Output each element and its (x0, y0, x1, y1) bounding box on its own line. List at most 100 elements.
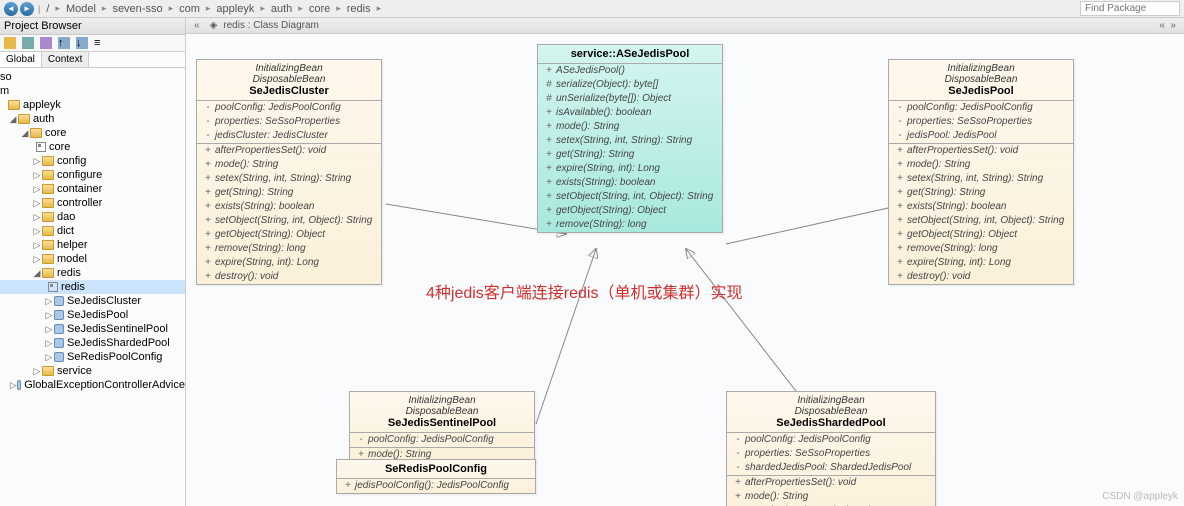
folder-icon (42, 198, 54, 208)
forward-button[interactable]: ► (20, 2, 34, 16)
breadcrumb-item[interactable]: auth (269, 3, 294, 15)
sidebar-tabs: Global Context (0, 52, 185, 68)
breadcrumb-item[interactable]: redis (345, 3, 373, 15)
class-icon (54, 310, 64, 320)
class-icon (54, 338, 64, 348)
project-browser-sidebar: Project Browser ↑ ↓ ≡ Global Context so … (0, 18, 186, 506)
collapse-right-icon[interactable]: « » (1155, 20, 1180, 31)
sidebar-toolbar: ↑ ↓ ≡ (0, 35, 185, 52)
uml-class-sejediscluster[interactable]: InitializingBean DisposableBean SeJedisC… (196, 59, 382, 285)
tree-node[interactable]: ◢redis (0, 266, 185, 280)
uml-class-sejedispool[interactable]: InitializingBean DisposableBean SeJedisP… (888, 59, 1074, 285)
tree-node[interactable]: ▷dao (0, 210, 185, 224)
tree-node[interactable]: ▷controller (0, 196, 185, 210)
uml-member: +expire(String, int): Long (538, 162, 722, 176)
class-icon (54, 352, 64, 362)
uml-member: +remove(String): long (538, 218, 722, 232)
uml-class-seredispoolconfig[interactable]: SeRedisPoolConfig +jedisPoolConfig(): Je… (336, 459, 536, 494)
folder-icon (18, 114, 30, 124)
folder-icon (42, 156, 54, 166)
tree-node[interactable]: appleyk (0, 98, 185, 112)
tab-context[interactable]: Context (42, 52, 89, 67)
tree-node[interactable]: ▷container (0, 182, 185, 196)
folder-icon (42, 170, 54, 180)
uml-member: -properties: SeSsoProperties (727, 447, 935, 461)
class-icon (17, 380, 21, 390)
uml-member: -poolConfig: JedisPoolConfig (197, 101, 381, 115)
breadcrumb-item[interactable]: Model (64, 3, 98, 15)
uml-member: +expire(String, int): Long (197, 256, 381, 270)
tree-node[interactable]: ▷GlobalExceptionControllerAdvice (0, 378, 185, 392)
tree-node[interactable]: ▷SeJedisSentinelPool (0, 322, 185, 336)
tree-node[interactable]: ▷helper (0, 238, 185, 252)
tree-node[interactable]: ◢auth (0, 112, 185, 126)
uml-member: +setObject(String, int, Object): String (889, 214, 1073, 228)
project-tree: so m appleyk ◢auth ◢core core ▷config ▷c… (0, 68, 185, 506)
breadcrumb-item[interactable]: core (307, 3, 332, 15)
folder-icon (42, 184, 54, 194)
tree-node[interactable]: ▷service (0, 364, 185, 378)
down-icon[interactable]: ↓ (76, 37, 88, 49)
uml-member: -poolConfig: JedisPoolConfig (889, 101, 1073, 115)
diagram-tab-label[interactable]: redis : Class Diagram (223, 20, 319, 31)
uml-class-sejedisshardedpool[interactable]: InitializingBean DisposableBean SeJedisS… (726, 391, 936, 506)
uml-member: +setObject(String, int, Object): String (538, 190, 722, 204)
uml-member: +getObject(String): Object (889, 228, 1073, 242)
uml-member: -properties: SeSsoProperties (889, 115, 1073, 129)
breadcrumb-item[interactable]: seven-sso (110, 3, 164, 15)
collapse-left-icon[interactable]: « (190, 20, 204, 31)
uml-member: +get(String): String (197, 186, 381, 200)
tree-node[interactable]: m (0, 84, 185, 98)
tree-node[interactable]: ▷configure (0, 168, 185, 182)
uml-member: +setObject(String, int, Object): String (197, 214, 381, 228)
new-icon[interactable] (4, 37, 16, 49)
tree-node[interactable]: ◢core (0, 126, 185, 140)
tree-node[interactable]: core (0, 140, 185, 154)
find-package-input[interactable] (1080, 1, 1180, 16)
tree-node[interactable]: ▷SeJedisCluster (0, 294, 185, 308)
folder-icon (42, 254, 54, 264)
back-button[interactable]: ◄ (4, 2, 18, 16)
uml-class-sejedissentinelpool[interactable]: InitializingBean DisposableBean SeJedisS… (349, 391, 535, 463)
uml-member: +expire(String, int): Long (889, 256, 1073, 270)
uml-member: -jedisCluster: JedisCluster (197, 129, 381, 143)
up-icon[interactable]: ↑ (58, 37, 70, 49)
uml-member: +getObject(String): Object (538, 204, 722, 218)
breadcrumb-item[interactable]: com (177, 3, 202, 15)
tree-node[interactable]: so (0, 70, 185, 84)
tab-global[interactable]: Global (0, 52, 42, 67)
uml-member: +isAvailable(): boolean (538, 106, 722, 120)
tree-node[interactable]: ▷config (0, 154, 185, 168)
tool-icon[interactable] (40, 37, 52, 49)
tree-node[interactable]: ▷model (0, 252, 185, 266)
folder-icon (30, 128, 42, 138)
uml-member: +setex(String, int, String): String (538, 134, 722, 148)
tree-node-selected[interactable]: redis (0, 280, 185, 294)
tree-node[interactable]: ▷dict (0, 224, 185, 238)
uml-member: +getObject(String): Object (197, 228, 381, 242)
breadcrumb-item[interactable]: appleyk (214, 3, 256, 15)
uml-member: -shardedJedisPool: ShardedJedisPool (727, 461, 935, 475)
diagram-canvas[interactable]: service::ASeJedisPool +ASeJedisPool()#se… (186, 34, 1184, 506)
class-icon (54, 296, 64, 306)
tree-node[interactable]: ▷SeRedisPoolConfig (0, 350, 185, 364)
package-icon (48, 282, 58, 292)
folder-icon (42, 226, 54, 236)
menu-icon[interactable]: ≡ (94, 37, 106, 49)
uml-member: -poolConfig: JedisPoolConfig (727, 433, 935, 447)
uml-member: +exists(String): boolean (889, 200, 1073, 214)
uml-class-asejedispool[interactable]: service::ASeJedisPool +ASeJedisPool()#se… (537, 44, 723, 233)
uml-member: -properties: SeSsoProperties (197, 115, 381, 129)
folder-icon (8, 100, 20, 110)
tool-icon[interactable] (22, 37, 34, 49)
uml-member: +jedisPoolConfig(): JedisPoolConfig (337, 479, 535, 493)
breadcrumb-item[interactable]: / (44, 3, 51, 15)
uml-member: +mode(): String (197, 158, 381, 172)
uml-member: +exists(String): boolean (197, 200, 381, 214)
folder-icon (42, 268, 54, 278)
uml-member: +afterPropertiesSet(): void (197, 144, 381, 158)
tree-node[interactable]: ▷SeJedisPool (0, 308, 185, 322)
tree-node[interactable]: ▷SeJedisShardedPool (0, 336, 185, 350)
uml-member: +mode(): String (538, 120, 722, 134)
folder-icon (42, 240, 54, 250)
